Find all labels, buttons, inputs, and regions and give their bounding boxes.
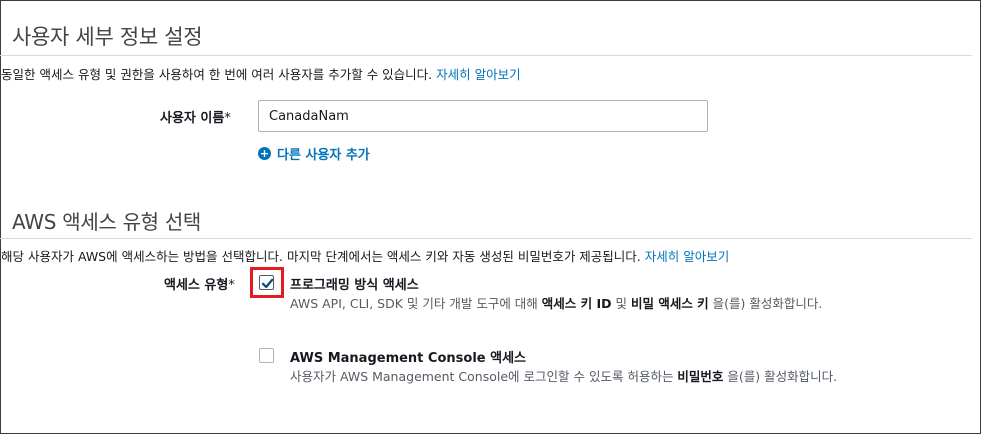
username-input[interactable]: [258, 100, 708, 132]
desc-bold: 비밀 액세스 키: [630, 296, 709, 311]
console-access-checkbox[interactable]: [259, 348, 274, 363]
access-type-description-text: 해당 사용자가 AWS에 액세스하는 방법을 선택합니다. 마지막 단계에서는 …: [1, 249, 641, 264]
access-type-label: 액세스 유형*: [164, 274, 235, 293]
desc-bold: 액세스 키 ID: [541, 296, 612, 311]
programmatic-access-checkbox[interactable]: [259, 275, 274, 290]
learn-more-link[interactable]: 자세히 알아보기: [645, 249, 729, 264]
desc-text: 및: [611, 296, 631, 311]
add-user-label: 다른 사용자 추가: [277, 148, 370, 163]
learn-more-link[interactable]: 자세히 알아보기: [436, 67, 520, 82]
username-label-text: 사용자 이름: [160, 111, 225, 126]
plus-circle-icon: +: [258, 147, 271, 160]
add-another-user-link[interactable]: + 다른 사용자 추가: [258, 144, 370, 163]
divider: [0, 238, 972, 239]
checkmark-icon: [261, 278, 274, 289]
user-details-description: 동일한 액세스 유형 및 권한을 사용하여 한 번에 여러 사용자를 추가할 수…: [1, 64, 521, 83]
section-title-access-type: AWS 액세스 유형 선택: [12, 210, 202, 234]
programmatic-access-description: AWS API, CLI, SDK 및 기타 개발 도구에 대해 액세스 키 I…: [290, 293, 850, 314]
divider: [0, 55, 972, 56]
required-mark: *: [224, 111, 231, 126]
console-access-description: 사용자가 AWS Management Console에 로그인할 수 있도록 …: [290, 366, 850, 387]
access-type-label-text: 액세스 유형: [164, 278, 229, 293]
user-details-description-text: 동일한 액세스 유형 및 권한을 사용하여 한 번에 여러 사용자를 추가할 수…: [1, 67, 433, 82]
desc-bold: 비밀번호: [677, 369, 724, 384]
section-title-user-details: 사용자 세부 정보 설정: [12, 25, 203, 49]
programmatic-access-title: 프로그래밍 방식 액세스: [290, 278, 419, 293]
console-access-title: AWS Management Console 액세스: [290, 351, 526, 366]
desc-text: 을(를) 활성화합니다.: [723, 369, 838, 384]
desc-text: 을(를) 활성화합니다.: [708, 296, 823, 311]
desc-text: AWS API, CLI, SDK 및 기타 개발 도구에 대해: [290, 296, 542, 311]
username-label: 사용자 이름*: [160, 107, 231, 126]
access-type-description: 해당 사용자가 AWS에 액세스하는 방법을 선택합니다. 마지막 단계에서는 …: [1, 246, 729, 265]
desc-text: 사용자가 AWS Management Console에 로그인할 수 있도록 …: [290, 369, 678, 384]
required-mark: *: [228, 278, 235, 293]
